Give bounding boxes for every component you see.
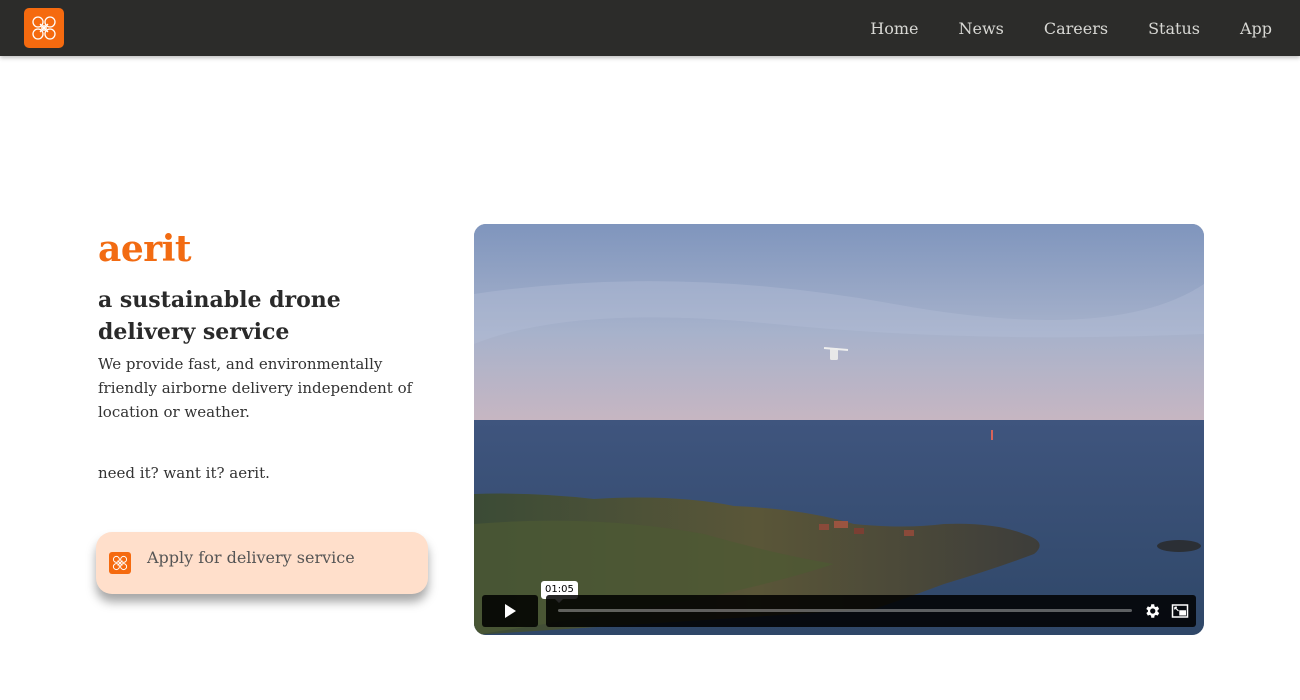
video-controls xyxy=(482,595,1196,627)
play-icon xyxy=(505,604,516,618)
nav-careers-link[interactable]: Careers xyxy=(1044,19,1108,38)
drone-logo-icon[interactable] xyxy=(24,8,64,48)
top-navbar: Home News Careers Status App xyxy=(0,0,1300,56)
video-control-bar xyxy=(546,595,1196,627)
hero-description: We provide fast, and environmentally fri… xyxy=(98,355,413,421)
hero-slogan: need it? want it? aerit. xyxy=(98,464,270,482)
nav-status-link[interactable]: Status xyxy=(1148,19,1200,38)
nav-home-link[interactable]: Home xyxy=(870,19,918,38)
video-frame xyxy=(474,224,1204,635)
gear-icon[interactable] xyxy=(1143,602,1161,620)
video-player[interactable]: 01:05 xyxy=(474,224,1204,635)
main-nav: Home News Careers Status App xyxy=(870,0,1272,56)
nav-news-link[interactable]: News xyxy=(958,19,1003,38)
picture-in-picture-icon[interactable] xyxy=(1171,602,1189,620)
nav-app-link[interactable]: App xyxy=(1240,19,1272,38)
video-progress-bar[interactable] xyxy=(558,609,1132,612)
hero-tagline: a sustainable drone delivery service xyxy=(98,287,341,345)
brand-title: aerit xyxy=(98,228,192,270)
drone-logo-icon xyxy=(109,552,131,574)
apply-delivery-button[interactable]: Apply for delivery service xyxy=(96,532,428,594)
play-button[interactable] xyxy=(482,595,538,627)
apply-button-label: Apply for delivery service xyxy=(147,548,355,567)
